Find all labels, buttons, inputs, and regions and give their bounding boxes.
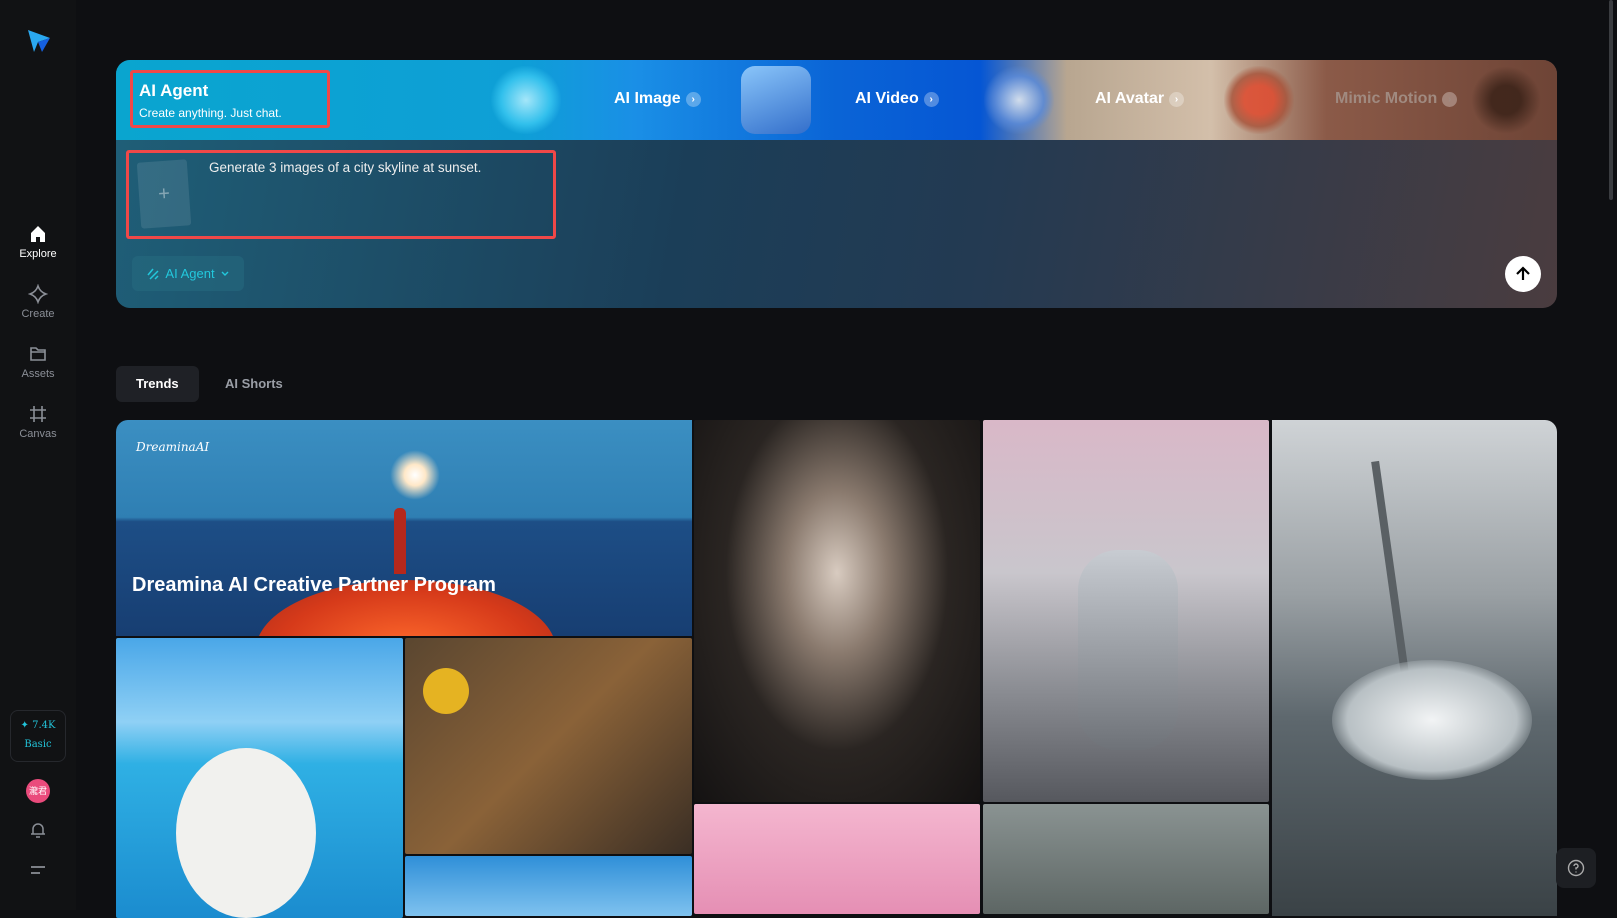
help-button[interactable]	[1556, 848, 1596, 888]
sidebar-item-assets[interactable]: Assets	[0, 344, 76, 380]
credits-amount: ✦ 7.4K	[20, 720, 56, 731]
gallery-item-steampunk[interactable]	[405, 638, 692, 854]
chevron-down-icon	[221, 271, 229, 276]
tab-trends[interactable]: Trends	[116, 366, 199, 402]
dreamina-logo-icon[interactable]	[24, 26, 52, 54]
partner-program-card[interactable]: DreaminaAI Dreamina AI Creative Partner …	[116, 420, 692, 636]
sidebar: Explore Create Assets Canvas ✦ 7.4K Basi…	[0, 0, 76, 910]
feature-tabs: AI Agent Create anything. Just chat. AI …	[116, 60, 1557, 140]
gallery-item-cat[interactable]	[116, 638, 403, 918]
robot-art	[1078, 550, 1178, 750]
sidebar-item-label: Canvas	[19, 428, 57, 440]
person-art	[394, 508, 406, 574]
menu-icon[interactable]	[28, 860, 48, 880]
dreamina-brand: DreaminaAI	[136, 440, 210, 454]
sidebar-item-label: Create	[21, 308, 55, 320]
chevron-right-icon: ›	[1169, 91, 1185, 107]
plan-label: Basic	[24, 739, 52, 750]
gallery-item-robot[interactable]	[983, 420, 1269, 802]
tab-ai-image[interactable]: AI Image ›	[614, 90, 701, 108]
wave-art	[1332, 660, 1532, 780]
home-icon	[31, 226, 45, 242]
sidebar-item-label: Explore	[19, 248, 57, 260]
mode-selector[interactable]: AI Agent	[132, 256, 244, 291]
question-icon	[1567, 859, 1585, 877]
agent-icon	[147, 268, 159, 280]
sidebar-item-explore[interactable]: Explore	[0, 224, 76, 260]
tab-label: AI Image	[614, 90, 681, 107]
crop-icon	[30, 406, 46, 422]
sidebar-item-label: Assets	[21, 368, 55, 380]
gallery-item-foggy[interactable]	[983, 804, 1269, 914]
bell-icon[interactable]	[28, 820, 48, 840]
scrollbar[interactable]	[1609, 0, 1613, 200]
tab-mimic-motion[interactable]: Mimic Motion ›	[1335, 90, 1458, 108]
tab-ai-shorts[interactable]: AI Shorts	[205, 366, 303, 402]
tab-ai-avatar[interactable]: AI Avatar ›	[1095, 90, 1185, 108]
prompt-text[interactable]: Generate 3 images of a city skyline at s…	[209, 160, 481, 175]
chevron-right-icon: ›	[923, 91, 939, 107]
sidebar-item-create[interactable]: Create	[0, 284, 76, 320]
cat-art	[176, 748, 316, 918]
tab-label: Mimic Motion	[1335, 90, 1438, 107]
prompt-input[interactable]: + Generate 3 images of a city skyline at…	[126, 150, 556, 239]
send-button[interactable]	[1505, 256, 1541, 292]
agent-title: AI Agent	[139, 81, 209, 100]
gallery-item-pink[interactable]	[694, 804, 980, 914]
tab-label: AI Avatar	[1095, 90, 1165, 107]
sidebar-item-canvas[interactable]: Canvas	[0, 404, 76, 440]
upload-image-button[interactable]: +	[136, 159, 192, 229]
chevron-right-icon: ›	[1442, 91, 1458, 107]
arrow-up-icon	[1516, 266, 1530, 280]
plane-illustration	[984, 66, 1054, 134]
gallery-item-clouds[interactable]	[405, 856, 692, 916]
tab-label: AI Video	[855, 90, 919, 107]
sunflower-art	[423, 668, 469, 714]
avatar-illustration	[1224, 66, 1294, 134]
folder-icon	[30, 347, 46, 361]
credits-badge[interactable]: ✦ 7.4K Basic	[10, 710, 66, 762]
agent-illustration	[491, 66, 561, 134]
mode-label: AI Agent	[165, 266, 215, 281]
tab-ai-video[interactable]: AI Video ›	[855, 90, 939, 108]
agent-subtitle: Create anything. Just chat.	[139, 106, 282, 120]
avatar[interactable]: 瀧君	[26, 779, 50, 803]
chevron-right-icon: ›	[685, 91, 701, 107]
motion-illustration	[1471, 66, 1541, 134]
ai-agent-banner: AI Agent Create anything. Just chat. AI …	[116, 60, 1557, 308]
star-art	[390, 450, 440, 500]
diamond-icon	[28, 284, 48, 304]
whale-illustration	[741, 66, 811, 134]
ai-agent-tab[interactable]: AI Agent Create anything. Just chat.	[130, 70, 330, 128]
gallery-item-portrait[interactable]	[694, 420, 980, 802]
gallery-item-tsunami[interactable]	[1272, 420, 1557, 916]
card-title: Dreamina AI Creative Partner Program	[132, 574, 496, 596]
